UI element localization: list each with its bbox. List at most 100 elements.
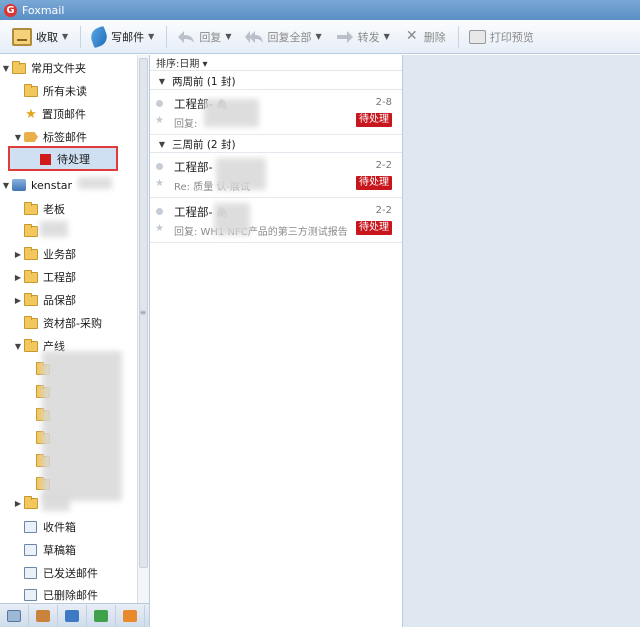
folder-boss[interactable]: 老板 — [24, 198, 65, 220]
folder-common[interactable]: ▼ 常用文件夹 — [0, 57, 86, 79]
bottom-nav-bar — [0, 603, 149, 627]
tag-badge: 待处理 — [356, 113, 392, 127]
tag-badge: 待处理 — [356, 221, 392, 235]
folder-business[interactable]: ▶ 业务部 — [12, 243, 76, 265]
message-row[interactable]: ★ 工程部-🖇 2-8 回复: 待处理 — [150, 91, 402, 135]
message-date: 2-2 — [375, 160, 392, 171]
feather-pen-icon — [88, 25, 110, 48]
folder-label: 已删除邮件 — [43, 589, 98, 602]
group-label: 两周前 (1 封) — [172, 75, 236, 88]
collapse-triangle-icon[interactable]: ▼ — [156, 77, 168, 86]
reading-pane[interactable] — [403, 55, 640, 627]
folder-pinned[interactable]: ★ 置顶邮件 — [24, 103, 86, 125]
chevron-down-icon[interactable]: ▼ — [148, 32, 154, 41]
compose-button[interactable]: 写邮件 ▼ — [85, 24, 160, 50]
reply-all-arrow-icon — [245, 30, 264, 44]
folder-label: 标签邮件 — [43, 131, 87, 144]
folder-tagged[interactable]: ▼ 标签邮件 — [12, 126, 87, 148]
folder-label: 收件箱 — [43, 521, 76, 534]
reply-arrow-icon — [177, 30, 195, 44]
expand-triangle-icon[interactable]: ▼ — [12, 342, 24, 351]
tag-badge: 待处理 — [356, 176, 392, 190]
chevron-down-icon[interactable]: ▼ — [315, 32, 321, 41]
folder-label: 常用文件夹 — [31, 62, 86, 75]
inbox-icon — [24, 521, 37, 533]
star-icon[interactable]: ★ — [155, 115, 164, 126]
rss-nav-button[interactable] — [116, 604, 145, 627]
notes-icon — [94, 609, 108, 622]
message-row[interactable]: ★ 工程部-🖇 2-2 回复: WH1 NFC产品的第三方测试报告 待处理 — [150, 199, 402, 243]
sent-icon — [24, 567, 37, 579]
redacted-blur — [216, 158, 266, 190]
folder-icon — [24, 223, 38, 237]
reply-label: 回复 — [199, 30, 222, 44]
folder-sidebar: ▼ 常用文件夹 所有未读 ★ 置顶邮件 ▼ 标签邮件 待处理 ▼ kenstar… — [0, 55, 137, 603]
mail-icon — [7, 609, 21, 622]
folder-all-unread[interactable]: 所有未读 — [24, 80, 87, 102]
unread-dot-icon[interactable] — [156, 100, 163, 107]
title-bar: G Foxmail — [0, 0, 640, 20]
tag-pending[interactable]: 待处理 — [40, 148, 90, 170]
chevron-down-icon[interactable]: ▼ — [384, 32, 390, 41]
group-header[interactable]: ▼ 三周前 (2 封) — [150, 136, 402, 153]
window-title: Foxmail — [22, 3, 65, 17]
message-subject: 回复: — [174, 119, 198, 130]
folder-quality[interactable]: ▶ 品保部 — [12, 289, 76, 311]
sort-dropdown[interactable]: 排序:日期 ▾ — [150, 55, 402, 71]
reply-all-button[interactable]: 回复全部 ▼ — [239, 24, 327, 50]
account-label: kenstar — [31, 178, 73, 192]
notes-nav-button[interactable] — [87, 604, 116, 627]
expand-triangle-icon[interactable]: ▶ — [12, 250, 24, 259]
group-header[interactable]: ▼ 两周前 (1 封) — [150, 73, 402, 90]
chevron-down-icon[interactable]: ▼ — [225, 32, 231, 41]
calendar-nav-button[interactable] — [58, 604, 87, 627]
receive-button[interactable]: 收取 ▼ — [6, 24, 74, 50]
folder-label: 工程部 — [43, 271, 76, 284]
delete-button[interactable]: ✕ 删除 — [398, 24, 452, 50]
account-node[interactable]: ▼ kenstar — [0, 174, 72, 196]
redacted-blur — [42, 495, 70, 511]
pane-splitter-grip-icon[interactable]: ≡ — [137, 308, 149, 318]
tag-icon — [24, 132, 38, 142]
chevron-down-icon[interactable]: ▼ — [62, 32, 68, 41]
expand-triangle-icon[interactable]: ▼ — [12, 133, 24, 142]
forward-arrow-icon — [336, 30, 354, 44]
star-icon[interactable]: ★ — [155, 178, 164, 189]
printer-icon — [468, 29, 486, 44]
forward-button[interactable]: 转发 ▼ — [330, 24, 396, 50]
reply-button[interactable]: 回复 ▼ — [171, 24, 237, 50]
reply-all-label: 回复全部 — [267, 30, 312, 44]
folder-deleted[interactable]: 已删除邮件 — [24, 584, 98, 603]
message-row[interactable]: ★ 工程部- 2-2 Re: 质量 认-展试 待处理 — [150, 154, 402, 198]
folder-label: 草稿箱 — [43, 544, 76, 557]
expand-triangle-icon[interactable]: ▼ — [0, 181, 12, 190]
expand-triangle-icon[interactable]: ▶ — [12, 499, 24, 508]
print-preview-label: 打印预览 — [489, 30, 534, 44]
folder-redacted-2[interactable]: ▶ — [12, 492, 43, 514]
group-label: 三周前 (2 封) — [172, 138, 236, 151]
folder-engineering[interactable]: ▶ 工程部 — [12, 266, 76, 288]
unread-dot-icon[interactable] — [156, 208, 163, 215]
folder-drafts[interactable]: 草稿箱 — [24, 539, 76, 561]
expand-triangle-icon[interactable]: ▶ — [12, 296, 24, 305]
expand-triangle-icon[interactable]: ▼ — [0, 64, 12, 73]
collapse-triangle-icon[interactable]: ▼ — [156, 140, 168, 149]
folder-sent[interactable]: 已发送邮件 — [24, 562, 98, 584]
folder-procurement[interactable]: 资材部-采购 — [24, 312, 102, 334]
unread-dot-icon[interactable] — [156, 163, 163, 170]
message-subject: 回复: WH1 NFC产品的第三方测试报告 — [174, 227, 348, 238]
message-list: 排序:日期 ▾ ▼ 两周前 (1 封) ★ 工程部-🖇 2-8 回复: 待处理 … — [149, 55, 403, 627]
folder-label: 老板 — [43, 203, 65, 216]
sidebar-scrollbar[interactable] — [137, 55, 149, 603]
folder-icon — [24, 495, 38, 509]
folder-inbox[interactable]: 收件箱 — [24, 516, 76, 538]
toolbar-separator — [166, 25, 168, 48]
star-icon[interactable]: ★ — [155, 223, 164, 234]
expand-triangle-icon[interactable]: ▶ — [12, 273, 24, 282]
inbox-tray-icon — [12, 27, 32, 46]
print-preview-button[interactable]: 打印预览 — [463, 24, 540, 50]
contacts-nav-button[interactable] — [29, 604, 58, 627]
redacted-blur — [204, 99, 259, 127]
mail-nav-button[interactable] — [0, 604, 29, 627]
receive-label: 收取 — [36, 30, 58, 44]
